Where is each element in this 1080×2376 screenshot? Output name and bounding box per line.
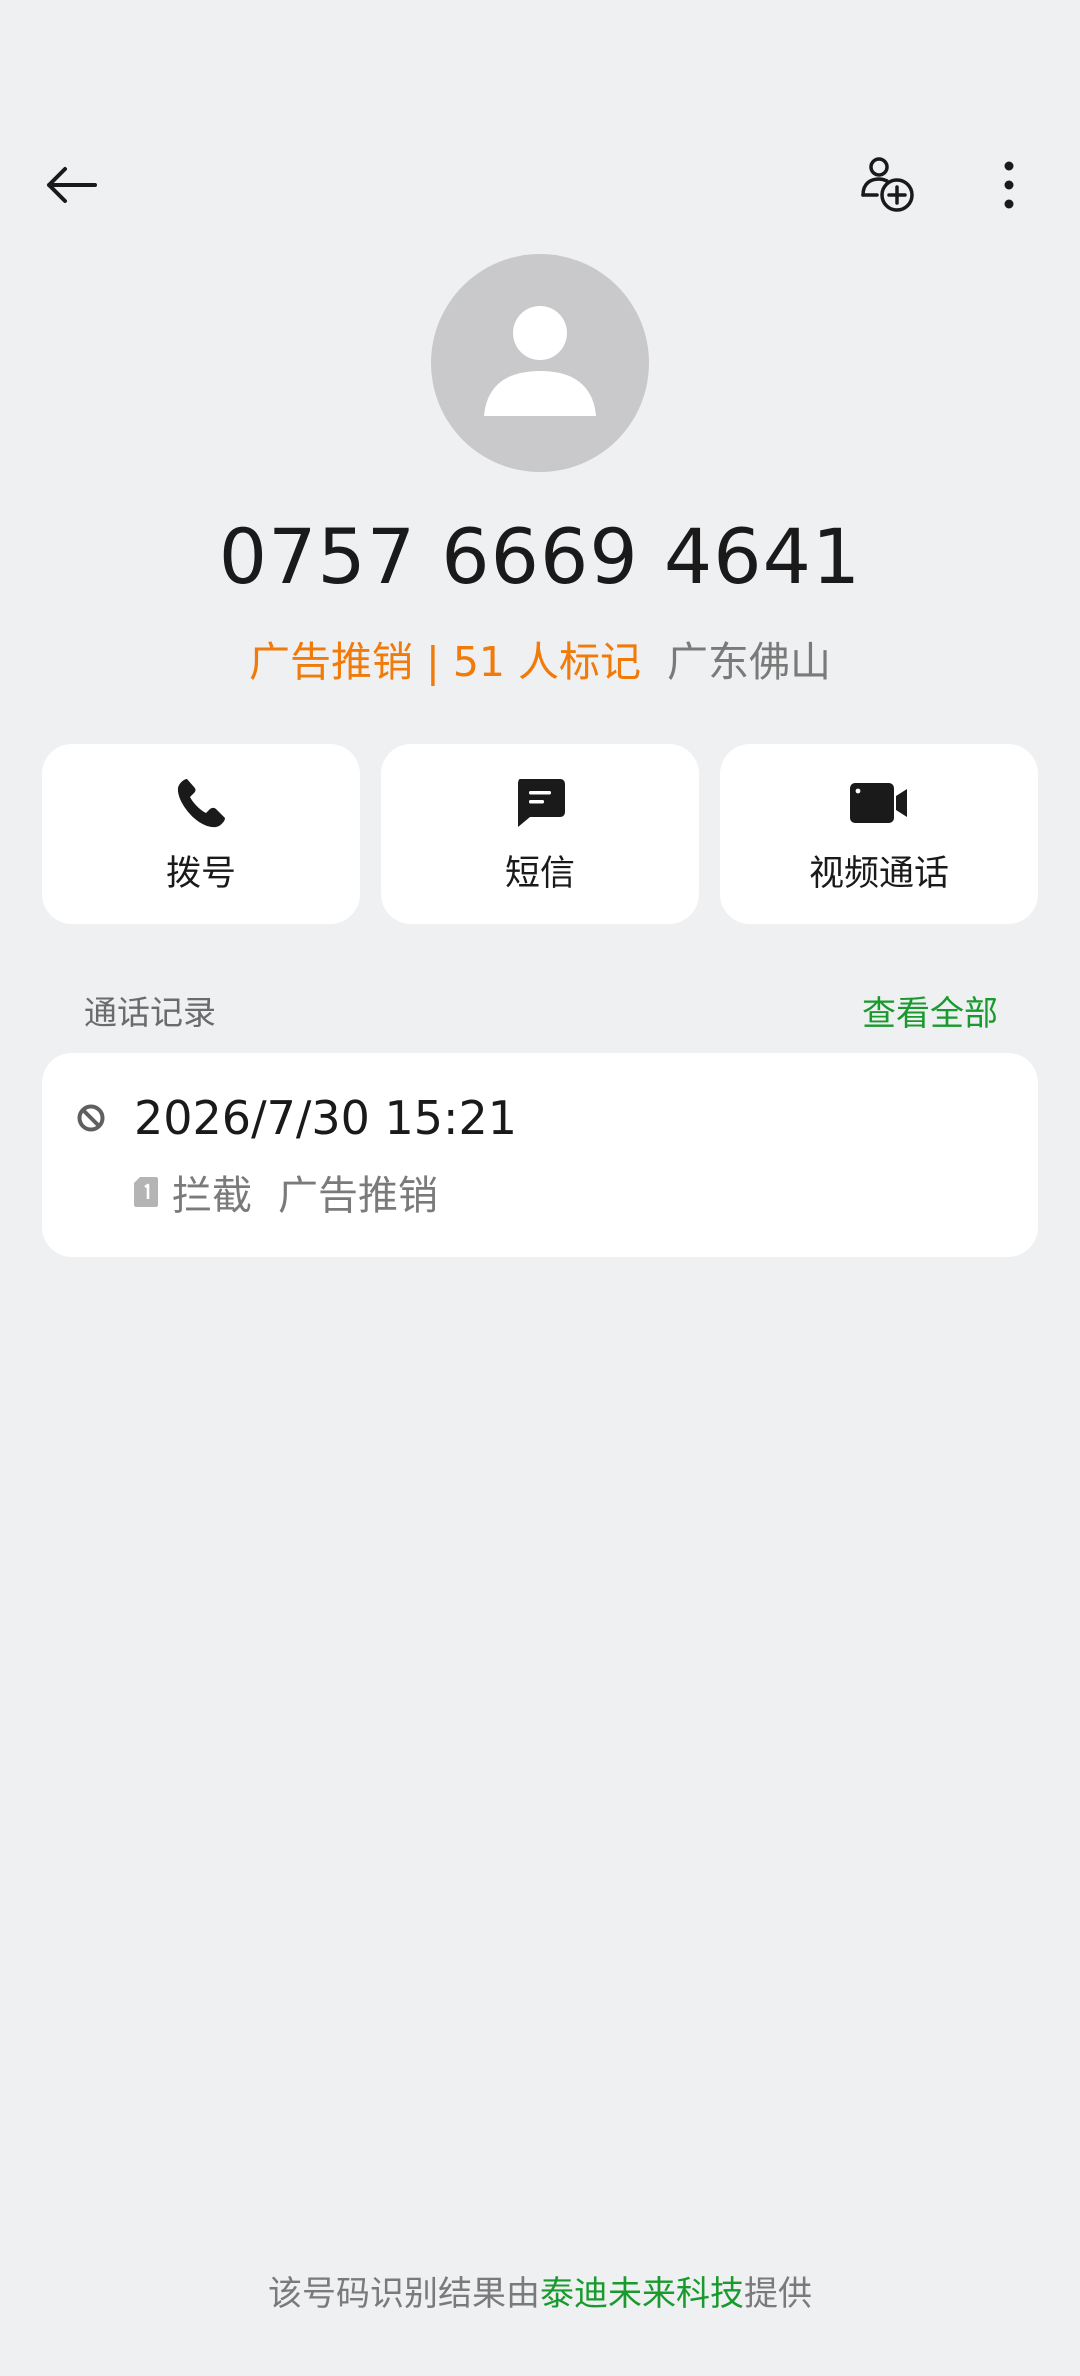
call-status-icon-wrap [76,1103,106,1137]
provider-note: 该号码识别结果由泰迪未来科技提供 [0,2266,1080,2315]
dial-button[interactable]: 拨号 [42,744,360,924]
call-status: 拦截 [172,1173,252,1219]
call-log-title: 通话记录 [84,993,216,1032]
dial-label: 拨号 [165,853,236,894]
spam-tag: 广告推销 | 51 人标记 [248,638,642,686]
call-record[interactable]: 2026/7/30 15:21 拦截 广告推销 [42,1053,1038,1257]
provider-name[interactable]: 泰迪未来科技 [540,2274,744,2314]
more-options-button[interactable] [964,140,1054,230]
avatar [431,254,649,472]
view-all-link[interactable]: 查看全部 [862,986,998,1035]
video-call-icon [850,782,907,823]
provider-prefix: 该号码识别结果由 [268,2274,540,2314]
add-contact-icon [861,157,914,212]
call-details: 拦截 广告推销 [134,1163,438,1221]
sms-button[interactable]: 短信 [381,744,699,924]
provider-suffix: 提供 [744,2274,812,2314]
sim-card-wrap [134,1177,158,1207]
contact-detail-screen: 0757 6669 4641 广告推销 | 51 人标记广东佛山 拨号 短信 [0,0,1080,2376]
action-buttons: 拨号 短信 视频通话 [42,744,1038,924]
call-log-header: 通话记录 查看全部 [84,986,998,1036]
location-label: 广东佛山 [667,638,832,686]
phone-icon [177,778,225,827]
back-button[interactable] [26,140,116,230]
top-bar [0,140,1080,230]
person-placeholder-icon [484,306,596,416]
number-tags: 广告推销 | 51 人标记 广东佛山 [0,628,1080,688]
add-contact-button[interactable] [842,140,932,230]
more-vertical-icon [1004,161,1014,209]
blocked-icon [77,1104,105,1132]
phone-number: 0757 6669 4641 [218,512,862,601]
video-call-label: 视频通话 [808,853,949,894]
call-time: 2026/7/30 15:21 [134,1091,518,1145]
video-call-button[interactable]: 视频通话 [720,744,1038,924]
arrow-left-icon [47,167,97,203]
call-tag: 广告推销 [278,1173,438,1219]
message-icon [518,778,565,827]
sms-label: 短信 [504,853,575,894]
sim1-icon [134,1177,158,1207]
